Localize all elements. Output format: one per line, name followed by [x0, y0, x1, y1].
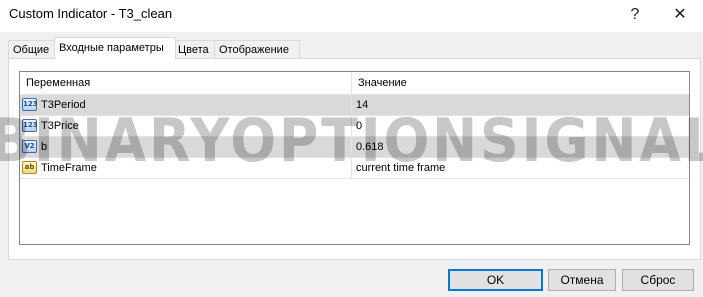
column-divider[interactable] [351, 72, 352, 94]
param-name: TimeFrame [41, 162, 97, 174]
close-icon[interactable]: ✕ [657, 0, 703, 32]
cell-divider [351, 158, 352, 178]
double-icon: V2 [22, 140, 37, 153]
param-value[interactable]: 0.618 [356, 137, 384, 157]
reset-button[interactable]: Сброс [622, 269, 694, 291]
cell-divider [351, 95, 352, 115]
grid-header: Переменная Значение [20, 72, 689, 95]
param-name: T3Price [41, 120, 79, 132]
table-row[interactable]: ab TimeFrame current time frame [20, 158, 689, 179]
cancel-button[interactable]: Отмена [548, 269, 616, 291]
table-row[interactable]: 123 T3Period 14 [20, 95, 689, 116]
param-value[interactable]: 0 [356, 116, 362, 136]
param-value[interactable]: 14 [356, 95, 368, 115]
param-name: b [41, 141, 48, 153]
cell-divider [351, 116, 352, 136]
parameters-grid: Переменная Значение 123 T3Period 14 123 … [19, 71, 690, 245]
cell-divider [351, 137, 352, 157]
title-bar: Custom Indicator - T3_clean ? ✕ [0, 0, 703, 32]
param-name: T3Period [41, 99, 86, 111]
ok-button[interactable]: OK [448, 269, 543, 291]
table-row[interactable]: 123 T3Price 0 [20, 116, 689, 137]
string-icon: ab [22, 161, 37, 174]
tab-colors[interactable]: Цвета [173, 40, 215, 59]
column-header-variable[interactable]: Переменная [22, 72, 90, 94]
tab-display[interactable]: Отображение [214, 40, 300, 59]
column-header-value[interactable]: Значение [354, 72, 407, 94]
help-icon[interactable]: ? [612, 0, 658, 32]
table-row[interactable]: V2 b 0.618 [20, 137, 689, 158]
tab-panel: Переменная Значение 123 T3Period 14 123 … [8, 58, 701, 260]
tab-general[interactable]: Общие [8, 40, 58, 59]
integer-icon: 123 [22, 119, 38, 132]
integer-icon: 123 [22, 98, 38, 111]
param-value[interactable]: current time frame [356, 158, 445, 178]
window-title: Custom Indicator - T3_clean [9, 6, 173, 21]
tab-inputs[interactable]: Входные параметры [54, 37, 176, 59]
